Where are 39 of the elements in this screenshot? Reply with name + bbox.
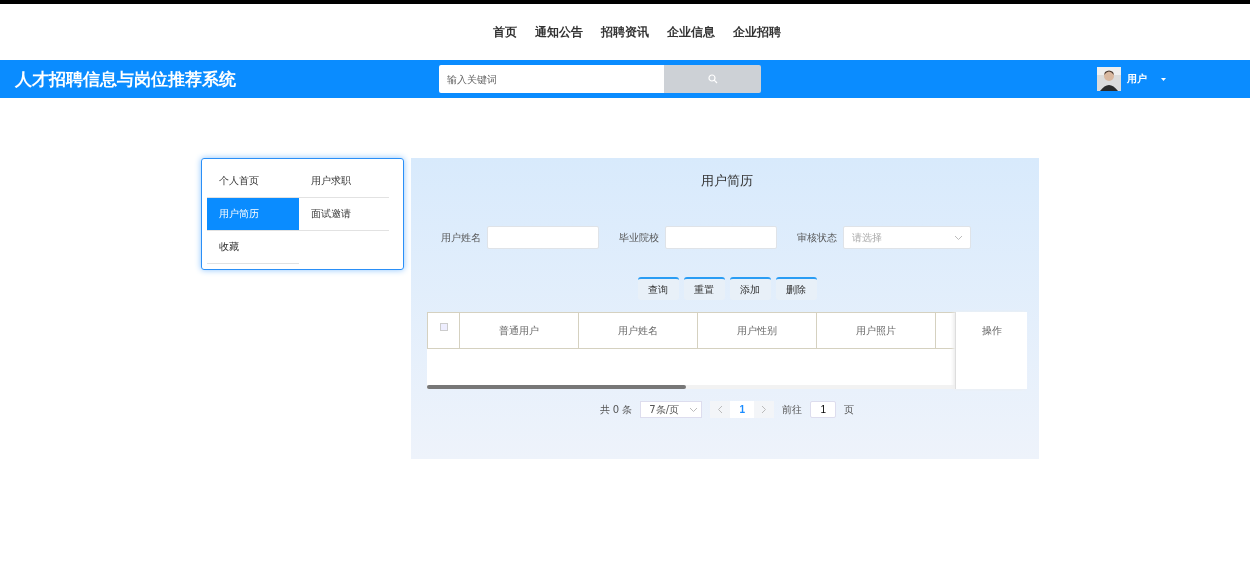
chevron-down-icon [955, 235, 962, 240]
nav-link[interactable]: 企业招聘 [733, 23, 781, 41]
goto-label: 前往 [782, 402, 803, 417]
nav-link[interactable]: 招聘资讯 [601, 23, 649, 41]
nav-link[interactable]: 企业信息 [667, 23, 715, 41]
chevron-left-icon [718, 405, 723, 413]
action-button[interactable]: 重置 [683, 277, 725, 300]
action-button[interactable]: 查询 [637, 277, 679, 300]
scrollbar-thumb[interactable] [427, 385, 686, 389]
filter-label: 毕业院校 [619, 230, 659, 245]
total-count: 共 0 条 [599, 402, 633, 417]
column-header: 用户性别 [698, 313, 817, 348]
column-header: 操作 [955, 312, 1027, 389]
panel-title: 用户简历 [701, 172, 753, 190]
sidebar-item[interactable]: 用户求职 [299, 165, 389, 198]
caret-icon[interactable] [1161, 77, 1166, 81]
filter-input[interactable] [665, 226, 777, 249]
site-title: 人才招聘信息与岗位推荐系统 [15, 67, 237, 91]
chevron-right-icon [762, 405, 767, 413]
nav-link[interactable]: 首页 [493, 23, 517, 41]
filter-label: 用户姓名 [441, 230, 481, 245]
action-button[interactable]: 添加 [729, 277, 771, 300]
action-button[interactable]: 删除 [775, 277, 817, 300]
column-header: 用户姓名 [579, 313, 698, 348]
goto-page-field[interactable]: 1 [810, 401, 837, 418]
nav-link[interactable]: 通知公告 [535, 23, 583, 41]
search-field[interactable]: 输入关键词 [439, 65, 664, 93]
column-header: 用户照片 [817, 313, 936, 348]
chevron-down-icon [690, 407, 698, 412]
column-header: 普通用户 [460, 313, 579, 348]
sidebar-item[interactable]: 面试邀请 [299, 198, 389, 231]
filter-label: 审核状态 [797, 230, 837, 245]
sidebar-item[interactable]: 收藏 [207, 231, 299, 264]
page-suffix: 页 [844, 402, 855, 417]
page-size-select[interactable]: 7条/页 [640, 401, 703, 418]
filter-input[interactable] [487, 226, 599, 249]
search-icon [707, 74, 718, 84]
search-button[interactable] [664, 65, 761, 93]
select-all-checkbox[interactable] [439, 323, 448, 331]
